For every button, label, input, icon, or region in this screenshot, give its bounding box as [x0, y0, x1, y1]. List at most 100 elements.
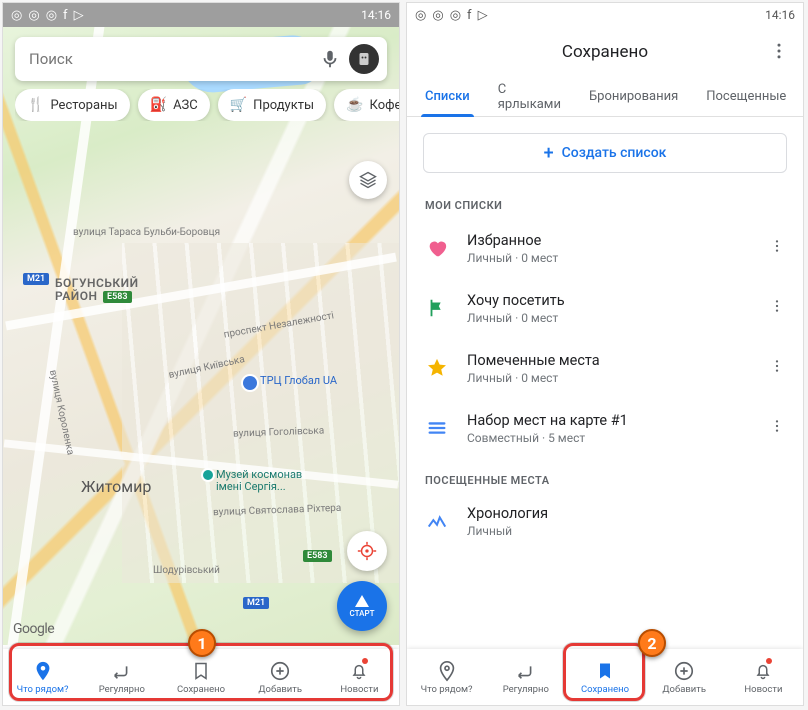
- nav-label: Сохранено: [581, 684, 629, 695]
- status-time: 14:16: [361, 8, 391, 22]
- poi-label: ТРЦ Глобал UA: [260, 375, 337, 387]
- street-label: Шодурівський: [153, 565, 220, 576]
- google-logo: Google: [13, 621, 54, 637]
- route-badge: E583: [103, 291, 132, 303]
- status-time: 14:16: [765, 8, 795, 22]
- overflow-menu-button[interactable]: [769, 41, 789, 65]
- plus-circle-icon: [673, 660, 695, 682]
- nav-saved[interactable]: Сохранено: [565, 649, 644, 705]
- list-item-favorites[interactable]: Избранное Личный · 0 мест: [407, 218, 803, 278]
- navigation-icon: [355, 595, 369, 607]
- list-item-menu[interactable]: [761, 290, 793, 326]
- microphone-icon[interactable]: [319, 48, 341, 70]
- instagram-icon: ◎: [28, 8, 39, 23]
- phone-left: ◎ ◎ ◎ f ▷ 14:16 БОГУНСЬКИЙ РАЙОН Житомир…: [2, 2, 400, 706]
- instagram-icon: ◎: [11, 8, 22, 23]
- dots-vertical-icon: [769, 358, 785, 374]
- chip-label: АЗС: [173, 98, 198, 113]
- chip-gas[interactable]: ⛽ АЗС: [138, 89, 210, 121]
- start-navigation-button[interactable]: СТАРТ: [337, 581, 387, 631]
- list-subtitle: Личный · 0 мест: [467, 371, 743, 385]
- avatar-icon: [355, 50, 373, 68]
- nav-explore[interactable]: Что рядом?: [3, 649, 82, 705]
- notification-dot: [766, 658, 772, 664]
- list-subtitle: Личный · 0 мест: [467, 311, 743, 325]
- tab-lists[interactable]: Списки: [411, 77, 484, 116]
- nav-commute[interactable]: Регулярно: [82, 649, 161, 705]
- poi-icon: [203, 470, 213, 480]
- play-icon: ▷: [478, 8, 488, 23]
- nav-contribute[interactable]: Добавить: [241, 649, 320, 705]
- search-bar[interactable]: [15, 37, 387, 81]
- list-subtitle: Личный · 0 мест: [467, 251, 743, 265]
- list-icon: [425, 416, 449, 440]
- coffee-icon: ☕: [346, 97, 363, 113]
- create-list-button[interactable]: + Создать список: [423, 133, 787, 173]
- route-badge: E583: [303, 550, 332, 562]
- nav-saved[interactable]: Сохранено: [161, 649, 240, 705]
- list-item-timeline[interactable]: Хронология Личный: [407, 493, 803, 550]
- instagram-icon: ◎: [432, 8, 443, 23]
- instagram-icon: ◎: [415, 8, 426, 23]
- chip-coffee[interactable]: ☕Кофейн: [334, 89, 399, 121]
- commute-icon: [515, 660, 537, 682]
- bell-icon: [348, 660, 370, 682]
- tabs: Списки С ярлыками Бронирования Посещенны…: [407, 77, 803, 117]
- list-item-body: Избранное Личный · 0 мест: [467, 232, 743, 265]
- list-title: Помеченные места: [467, 352, 743, 369]
- route-badge: M21: [243, 597, 269, 609]
- nav-label: Добавить: [662, 684, 706, 695]
- list-item-menu[interactable]: [761, 230, 793, 266]
- search-input[interactable]: [29, 50, 311, 68]
- list-item-starred[interactable]: Помеченные места Личный · 0 мест: [407, 338, 803, 398]
- tab-labeled[interactable]: С ярлыками: [484, 77, 575, 116]
- tab-reservations[interactable]: Бронирования: [575, 77, 692, 116]
- list-item-body: Помеченные места Личный · 0 мест: [467, 352, 743, 385]
- bottom-nav: Что рядом? Регулярно Сохранено Добавить …: [407, 649, 803, 705]
- nav-label: Регулярно: [99, 684, 145, 695]
- status-bar: ◎ ◎ ◎ f ▷ 14:16: [3, 3, 399, 27]
- section-visited: ПОСЕЩЕННЫЕ МЕСТА: [407, 468, 803, 493]
- list-item-want-to-go[interactable]: Хочу посетить Личный · 0 мест: [407, 278, 803, 338]
- route-badge: M21: [23, 273, 49, 285]
- chip-label: Продукты: [253, 98, 314, 113]
- nav-updates[interactable]: Новости: [320, 649, 399, 705]
- chip-groceries[interactable]: 🛒Продукты: [218, 89, 326, 121]
- pin-icon: [32, 660, 54, 682]
- tab-label: С ярлыками: [498, 82, 561, 112]
- plus-circle-icon: [269, 660, 291, 682]
- nav-updates[interactable]: Новости: [724, 649, 803, 705]
- list-subtitle: Совместный · 5 мест: [467, 431, 743, 445]
- nav-label: Новости: [340, 684, 378, 695]
- list-item-body: Набор мест на карте #1 Совместный · 5 ме…: [467, 412, 743, 445]
- tab-visited[interactable]: Посещенные: [692, 77, 800, 116]
- play-icon: ▷: [74, 8, 84, 23]
- my-lists: Избранное Личный · 0 мест Хочу посетить …: [407, 218, 803, 458]
- page-header: Сохранено: [407, 27, 803, 77]
- list-item-custom[interactable]: Набор мест на карте #1 Совместный · 5 ме…: [407, 398, 803, 458]
- nav-explore[interactable]: Что рядом?: [407, 649, 486, 705]
- status-left-icons: ◎ ◎ ◎ f ▷: [415, 8, 488, 23]
- nav-label: Что рядом?: [17, 684, 69, 695]
- chip-restaurants[interactable]: 🍴 Рестораны: [15, 89, 130, 121]
- section-my-lists: МОИ СПИСКИ: [407, 193, 803, 218]
- list-item-menu[interactable]: [761, 350, 793, 386]
- layers-button[interactable]: [349, 161, 387, 199]
- dots-vertical-icon: [769, 418, 785, 434]
- list-item-menu[interactable]: [761, 410, 793, 446]
- list-title: Хочу посетить: [467, 292, 743, 309]
- poi-museum[interactable]: Музей космонав імені Сергія...: [203, 469, 302, 493]
- avatar[interactable]: [349, 44, 379, 74]
- tab-label: Посещенные: [706, 89, 786, 104]
- nav-label: Регулярно: [503, 684, 549, 695]
- nav-contribute[interactable]: Добавить: [645, 649, 724, 705]
- locate-button[interactable]: [347, 531, 387, 571]
- tab-label: Списки: [425, 89, 470, 104]
- poi-mall[interactable]: ТРЦ Глобал UA: [243, 375, 337, 390]
- chip-label: Рестораны: [50, 98, 117, 113]
- nav-commute[interactable]: Регулярно: [486, 649, 565, 705]
- target-icon: [356, 540, 378, 562]
- gas-icon: ⛽: [150, 97, 167, 113]
- layers-icon: [358, 170, 378, 190]
- fork-knife-icon: 🍴: [27, 97, 44, 113]
